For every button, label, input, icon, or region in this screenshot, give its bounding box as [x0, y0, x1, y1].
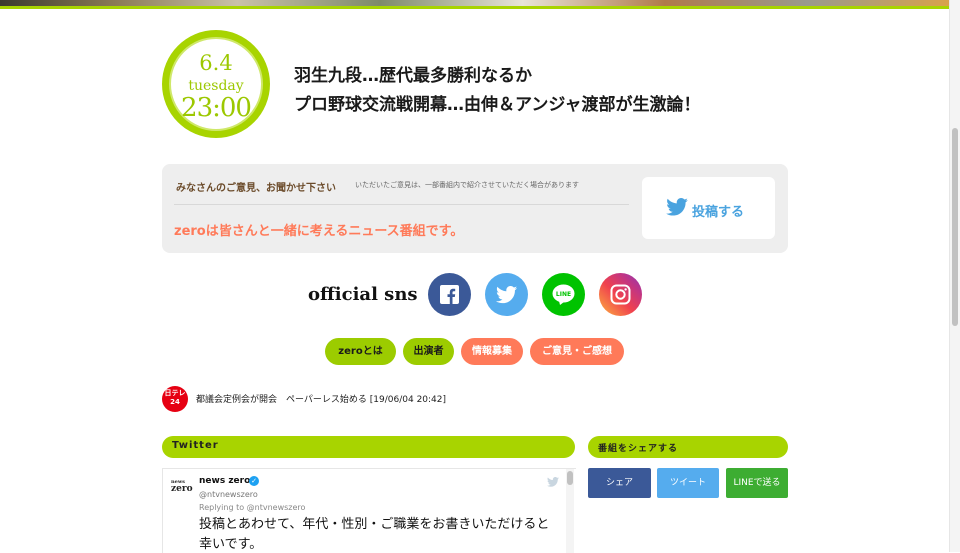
official-sns-label: official sns: [308, 284, 418, 305]
program-headline: 羽生九段…歴代最多勝利なるか プロ野球交流戦開幕…由伸＆アンジャ渡部が生激論！: [294, 62, 700, 120]
top-accent-line: [0, 6, 950, 9]
tweet-author-name[interactable]: news zero: [199, 476, 250, 486]
twitter-timeline[interactable]: news zero news zero ✓ @ntvnewszero Replyi…: [162, 468, 576, 553]
feedback-divider: [174, 204, 629, 205]
nav-info-button[interactable]: 情報募集: [461, 338, 523, 365]
tweet-author-handle[interactable]: @ntvnewszero: [199, 490, 258, 499]
share-facebook-button[interactable]: シェア: [588, 468, 651, 498]
feedback-note: いただいたご意見は、一部番組内で紹介させていただく場合があります: [355, 181, 579, 189]
post-button-label: 投稿する: [692, 205, 745, 220]
share-section-bar: 番組をシェアする: [588, 436, 788, 458]
twitter-logo-icon[interactable]: [547, 477, 559, 487]
timeline-scrollbar[interactable]: [566, 469, 574, 553]
feedback-catchphrase: zeroは皆さんと一緒に考えるニュース番組です。: [174, 224, 464, 239]
post-button[interactable]: 投稿する: [642, 177, 775, 239]
badge-day: tuesday: [188, 78, 244, 94]
feedback-title: みなさんのご意見、お聞かせ下さい: [176, 183, 336, 194]
nav-opinion-button[interactable]: ご意見・ご感想: [530, 338, 624, 365]
badge-inner: 6.4 tuesday 23:00: [169, 37, 263, 131]
verified-icon: ✓: [249, 476, 259, 486]
share-section-title: 番組をシェアする: [598, 444, 679, 454]
badge-time: 23:00: [181, 93, 252, 123]
tweet-reply-to[interactable]: Replying to @ntvnewszero: [199, 503, 305, 512]
broadcast-date-badge: 6.4 tuesday 23:00: [162, 30, 270, 138]
page-scrollbar[interactable]: [949, 0, 960, 552]
line-icon[interactable]: LINE: [542, 273, 585, 316]
instagram-icon[interactable]: [599, 273, 642, 316]
facebook-icon[interactable]: [428, 273, 471, 316]
twitter-icon[interactable]: [485, 273, 528, 316]
share-line-button[interactable]: LINEで送る: [726, 468, 788, 498]
nav-about-button[interactable]: zeroとは: [325, 338, 396, 365]
twitter-section-title: Twitter: [172, 440, 219, 451]
twitter-bird-icon: [666, 198, 688, 216]
tweet-body: 投稿とあわせて、年代・性別・ご職業をお書きいただけると幸いです。: [199, 517, 550, 552]
ntv-news24-logo: 日テレ 24: [162, 386, 188, 412]
headline-line-1: 羽生九段…歴代最多勝利なるか: [294, 66, 532, 86]
tweet-avatar[interactable]: news zero: [171, 479, 193, 495]
share-twitter-button[interactable]: ツイート: [657, 468, 719, 498]
svg-text:LINE: LINE: [556, 291, 571, 298]
timeline-scroll-thumb[interactable]: [567, 471, 573, 485]
nav-cast-button[interactable]: 出演者: [403, 338, 454, 365]
twitter-section-bar: Twitter: [162, 436, 575, 458]
feedback-panel: みなさんのご意見、お聞かせ下さい いただいたご意見は、一部番組内で紹介させていた…: [162, 164, 788, 253]
badge-date: 6.4: [199, 51, 233, 75]
headline-line-2: プロ野球交流戦開幕…由伸＆アンジャ渡部が生激論！: [294, 95, 701, 115]
news-ticker[interactable]: 都議会定例会が開会 ペーパーレス始める [19/06/04 20:42]: [196, 392, 446, 405]
scrollbar-thumb[interactable]: [952, 128, 958, 326]
